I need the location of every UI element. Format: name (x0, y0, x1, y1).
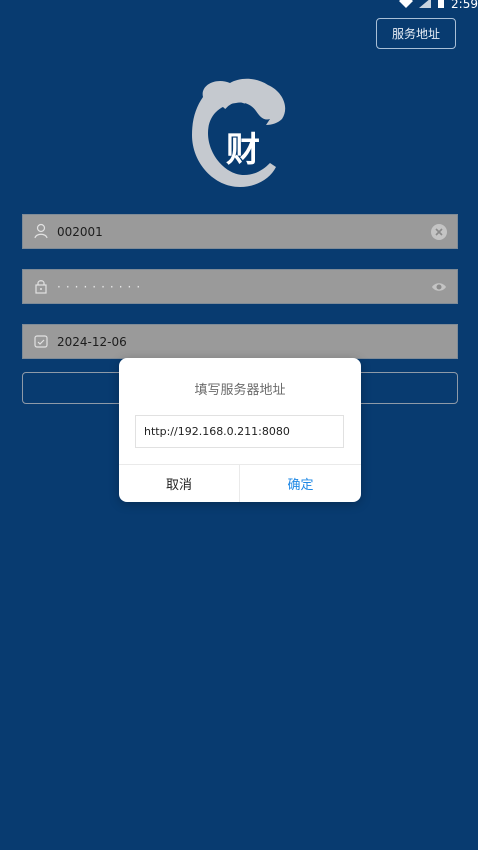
status-icons: 2:59 (399, 0, 478, 11)
app-logo: 财 (178, 75, 298, 195)
server-address-dialog: 填写服务器地址 http://192.168.0.211:8080 取消 确定 (119, 358, 361, 502)
status-time: 2:59 (451, 0, 478, 11)
clear-icon[interactable] (431, 224, 447, 240)
calendar-icon (33, 333, 49, 349)
svg-text:财: 财 (226, 130, 260, 170)
battery-icon (437, 0, 445, 11)
logo-character: 财 (226, 130, 260, 170)
password-value: ·········· (57, 280, 146, 294)
lock-icon (33, 278, 49, 294)
server-address-button[interactable]: 服务地址 (376, 18, 456, 49)
date-field[interactable]: 2024-12-06 (22, 324, 458, 359)
wifi-icon (399, 0, 414, 11)
status-bar: 2:59 (358, 0, 478, 12)
eye-icon[interactable] (431, 279, 447, 295)
password-field[interactable]: ·········· (22, 269, 458, 304)
signal-icon (419, 0, 432, 11)
server-url-input[interactable]: http://192.168.0.211:8080 (135, 415, 344, 448)
dialog-title: 填写服务器地址 (194, 383, 286, 398)
username-value: 002001 (57, 225, 103, 239)
user-icon (33, 223, 49, 239)
date-value: 2024-12-06 (57, 335, 127, 349)
username-field[interactable]: 002001 (22, 214, 458, 249)
confirm-button[interactable]: 确定 (240, 465, 361, 502)
cancel-button[interactable]: 取消 (119, 465, 239, 502)
